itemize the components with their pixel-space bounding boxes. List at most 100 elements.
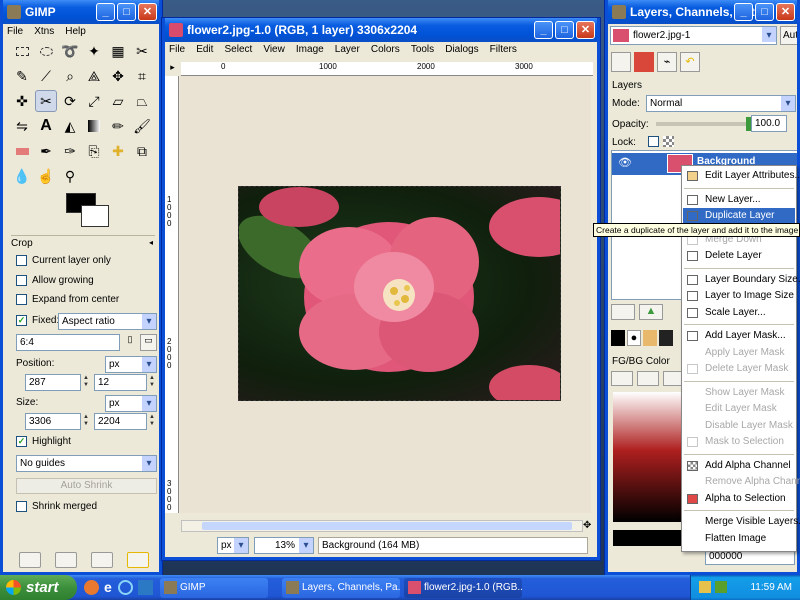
menu-layer[interactable]: Layer: [331, 42, 364, 57]
shear-icon[interactable]: ▱: [107, 90, 129, 112]
close-button[interactable]: ✕: [138, 3, 157, 21]
crop-tool-icon[interactable]: ✂: [35, 90, 57, 112]
measure-icon[interactable]: ⟁: [83, 65, 105, 87]
menu-item-duplicate-layer[interactable]: Duplicate Layer: [683, 208, 795, 224]
scissors-icon[interactable]: ✂: [131, 40, 153, 62]
select-by-color-icon[interactable]: ▦: [107, 40, 129, 62]
perspective-icon[interactable]: ⏢: [131, 90, 153, 112]
menu-image[interactable]: Image: [292, 42, 328, 57]
auto-button[interactable]: Auto: [780, 26, 797, 45]
shrink-merged-checkbox[interactable]: Shrink merged: [16, 501, 97, 512]
guides-select[interactable]: No guides: [16, 455, 157, 472]
checkbox-box[interactable]: [16, 275, 27, 286]
menu-item-remove-alpha-channel[interactable]: Remove Alpha Channel: [683, 474, 800, 490]
start-button[interactable]: start: [0, 575, 77, 600]
lock-alpha-icon[interactable]: [663, 136, 674, 147]
tab-layers-icon[interactable]: [611, 52, 631, 72]
menu-dialogs[interactable]: Dialogs: [441, 42, 482, 57]
raise-layer-button[interactable]: ▲: [639, 304, 663, 320]
opacity-slider[interactable]: [656, 117, 751, 131]
checkbox-box[interactable]: [16, 501, 27, 512]
spin-button[interactable]: ▲ ▼: [83, 414, 91, 429]
move-icon[interactable]: ✥: [107, 65, 129, 87]
brush-circle-icon[interactable]: ●: [627, 330, 641, 346]
spin-button[interactable]: ▲ ▼: [83, 375, 91, 390]
image-window-titlebar[interactable]: flower2.jpg-1.0 (RGB, 1 layer) 3306x2204…: [165, 18, 597, 42]
auto-shrink-button[interactable]: Auto Shrink: [16, 478, 157, 494]
dodge-burn-icon[interactable]: ⚲: [59, 165, 81, 187]
align-icon[interactable]: ✜: [11, 90, 33, 112]
rotate-icon[interactable]: ⟳: [59, 90, 81, 112]
save-options-icon[interactable]: [19, 552, 41, 568]
expand-from-center-checkbox[interactable]: Expand from center: [16, 294, 119, 305]
maximize-button[interactable]: □: [117, 3, 136, 21]
restore-options-icon[interactable]: [55, 552, 77, 568]
lock-pixels-checkbox[interactable]: [648, 136, 659, 147]
scale-icon[interactable]: ⤢: [83, 90, 105, 112]
menu-filters[interactable]: Filters: [486, 42, 521, 57]
media-icon[interactable]: [118, 580, 133, 595]
flower-photo[interactable]: [238, 186, 561, 401]
menu-item-delete-layer-mask[interactable]: Delete Layer Mask: [683, 361, 795, 377]
menu-view[interactable]: View: [259, 42, 289, 57]
menu-xtns[interactable]: Xtns: [30, 24, 58, 39]
menu-item-edit-layer-attributes[interactable]: Edit Layer Attributes...: [683, 168, 800, 184]
blur-icon[interactable]: 💧: [11, 165, 33, 187]
reset-options-icon[interactable]: [127, 552, 149, 568]
opacity-input[interactable]: 100.0: [751, 115, 787, 132]
gradient-icon[interactable]: [659, 330, 673, 346]
menu-select[interactable]: Select: [220, 42, 256, 57]
clone-icon[interactable]: ⎘: [83, 140, 105, 162]
landscape-icon[interactable]: ▭: [140, 334, 157, 351]
spin-button[interactable]: ▲ ▼: [149, 414, 157, 429]
quick-mask-corner-icon[interactable]: ▸: [165, 62, 180, 76]
airbrush-icon[interactable]: ✒: [35, 140, 57, 162]
menu-item-show-layer-mask[interactable]: Show Layer Mask: [683, 385, 795, 401]
tab-menu-icon[interactable]: ◂: [149, 238, 153, 247]
menu-item-layer-to-image-size[interactable]: Layer to Image Size: [683, 288, 795, 304]
checkbox-box-checked[interactable]: ✓: [16, 315, 27, 326]
menu-item-new-layer[interactable]: New Layer...: [683, 192, 795, 208]
tab-channels-icon[interactable]: [634, 52, 654, 72]
magnify-icon[interactable]: ⌕: [59, 65, 81, 87]
menu-item-add-layer-mask[interactable]: Add Layer Mask...: [683, 328, 795, 344]
image-selector[interactable]: flower2.jpg-1: [610, 26, 777, 45]
ie-icon[interactable]: e: [104, 579, 112, 595]
paths-icon[interactable]: ✎: [11, 65, 33, 87]
flip-icon[interactable]: ⇋: [11, 115, 33, 137]
blend-icon[interactable]: [83, 115, 105, 137]
heal-icon[interactable]: ✚: [107, 140, 129, 162]
current-layer-only-checkbox[interactable]: Current layer only: [16, 255, 111, 266]
crop-icon[interactable]: ⌗: [131, 65, 153, 87]
menu-tools[interactable]: Tools: [407, 42, 438, 57]
eye-icon[interactable]: 👁: [618, 156, 632, 169]
minimize-button[interactable]: _: [96, 3, 115, 21]
menu-item-mask-to-selection[interactable]: Mask to Selection: [683, 434, 795, 450]
menu-edit[interactable]: Edit: [192, 42, 217, 57]
unit-select[interactable]: px: [217, 537, 249, 554]
menu-file[interactable]: File: [3, 24, 27, 39]
tab-paths-icon[interactable]: ⌁: [657, 52, 677, 72]
firefox-icon[interactable]: [84, 580, 99, 595]
toolbox-titlebar[interactable]: GIMP _ □ ✕: [3, 0, 159, 24]
menu-item-merge-visible-layers[interactable]: Merge Visible Layers...: [683, 514, 800, 530]
smudge-icon[interactable]: ☝: [35, 165, 57, 187]
horizontal-ruler[interactable]: 0 1000 2000 3000: [181, 62, 593, 76]
menu-item-alpha-to-selection[interactable]: Alpha to Selection: [683, 491, 795, 507]
highlight-checkbox[interactable]: ✓ Highlight: [16, 436, 71, 447]
color-gradient-area[interactable]: [613, 392, 688, 522]
new-layer-button[interactable]: [611, 304, 635, 320]
fuzzy-select-icon[interactable]: ✦: [83, 40, 105, 62]
ellipse-select-icon[interactable]: [35, 40, 57, 62]
menu-item-edit-layer-mask[interactable]: Edit Layer Mask: [683, 401, 795, 417]
vertical-ruler[interactable]: 1 0 0 0 2 0 0 0 3 0 0 0: [165, 76, 179, 513]
task-layers[interactable]: Layers, Channels, Pa...: [282, 578, 400, 598]
close-button[interactable]: ✕: [776, 3, 795, 21]
allow-growing-checkbox[interactable]: Allow growing: [16, 275, 94, 286]
fixed-mode-select[interactable]: Aspect ratio: [58, 313, 157, 330]
navigate-icon[interactable]: ✥: [583, 520, 595, 532]
brush-preview-icon[interactable]: [611, 330, 625, 346]
menu-item-disable-layer-mask[interactable]: Disable Layer Mask: [683, 418, 795, 434]
position-unit-select[interactable]: px: [105, 356, 157, 373]
scale-selector-icon[interactable]: [611, 371, 633, 386]
